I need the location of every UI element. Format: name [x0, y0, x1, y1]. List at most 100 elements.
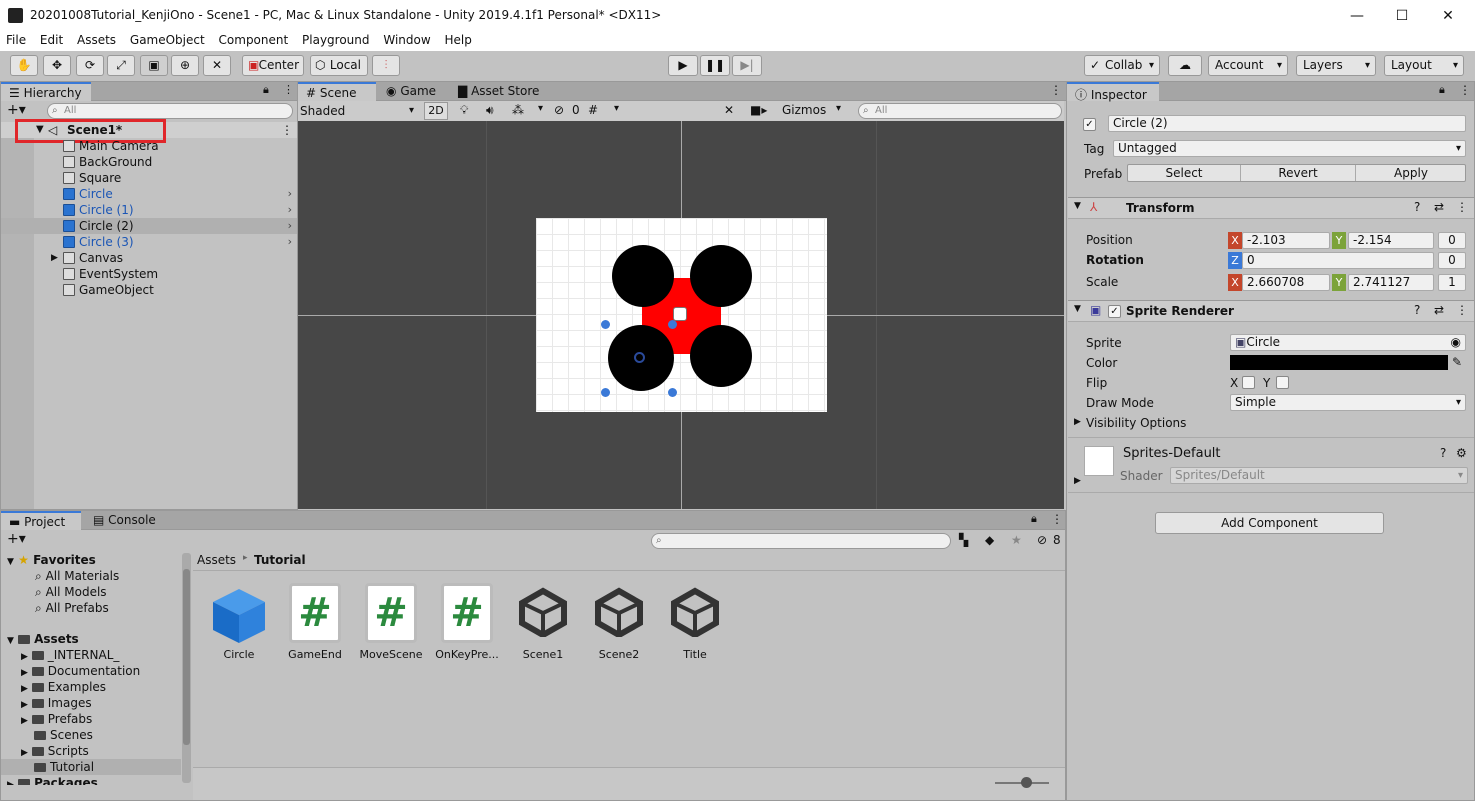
scene-menu-icon[interactable]: ⋮ — [281, 122, 293, 138]
favorite-item[interactable]: ⌕ All Prefabs — [35, 600, 109, 616]
collapse-arrow-icon[interactable]: ▼ — [1074, 304, 1081, 314]
shader-dropdown[interactable]: Sprites/Default ▾ — [1170, 467, 1468, 484]
eyedropper-icon[interactable]: ✎ — [1452, 355, 1462, 369]
expand-arrow-icon[interactable]: ▶ — [51, 250, 58, 266]
scene-viewport[interactable] — [298, 121, 1064, 509]
custom-tool-icon[interactable]: ✕ — [203, 55, 231, 76]
hidden-objects-icon[interactable]: ⊘ — [554, 103, 564, 117]
tab-inspector[interactable]: ⓘ Inspector — [1067, 82, 1159, 102]
assets-header[interactable]: ▼ Assets — [7, 631, 79, 647]
grid-dropdown-icon[interactable]: ▾ — [614, 103, 619, 114]
maximize-button[interactable]: ☐ — [1379, 5, 1425, 27]
breadcrumb-assets[interactable]: Assets — [197, 553, 236, 567]
expand-arrow-icon[interactable]: ▶ — [1074, 417, 1081, 427]
chevron-right-icon[interactable]: › — [288, 218, 292, 234]
gizmos-dropdown-icon[interactable]: ▾ — [836, 103, 841, 114]
panel-menu-icon[interactable]: ⋮ — [1050, 83, 1062, 97]
prefab-revert-button[interactable]: Revert — [1241, 165, 1356, 181]
layout-dropdown[interactable]: Layout — [1384, 55, 1464, 76]
pivot-handle[interactable] — [634, 352, 645, 363]
tab-scene[interactable]: # Scene — [298, 82, 376, 101]
panel-menu-icon[interactable]: ⋮ — [1459, 83, 1471, 97]
rotation-z-field[interactable]: 0 — [1242, 252, 1434, 269]
step-button[interactable]: ▶| — [732, 55, 762, 76]
shading-mode-dropdown[interactable]: Shaded ▾ — [300, 102, 418, 120]
lock-icon[interactable]: 🔒︎ — [263, 83, 269, 97]
hierarchy-item[interactable]: Square — [1, 170, 297, 186]
folder-item[interactable]: ▶ Documentation — [21, 663, 140, 679]
hierarchy-item[interactable]: GameObject — [1, 282, 297, 298]
circle-sprite[interactable] — [690, 325, 752, 387]
pivot-local-button[interactable]: ⬡ Local — [310, 55, 368, 76]
preset-icon[interactable]: ⇄ — [1434, 303, 1444, 317]
packages-header[interactable]: ▶ Packages — [7, 775, 98, 785]
zoom-slider-thumb[interactable] — [1021, 777, 1032, 788]
flip-y-checkbox[interactable] — [1276, 376, 1289, 389]
help-icon[interactable]: ? — [1414, 200, 1420, 214]
favorite-star-icon[interactable]: ★ — [1011, 533, 1022, 547]
gizmos-label[interactable]: Gizmos — [782, 103, 826, 117]
favorites-header[interactable]: ▼ ★ Favorites — [7, 552, 96, 568]
lighting-icon[interactable]: 💡︎ — [460, 103, 468, 118]
filter-type-icon[interactable]: ▚ — [959, 533, 968, 547]
pivot-center-button[interactable]: ▣ Center — [242, 55, 304, 76]
settings-gear-icon[interactable]: ⚙ — [1456, 446, 1467, 460]
tools-icon[interactable]: ✕ — [724, 103, 734, 117]
camera-icon[interactable]: ■▸ — [750, 103, 767, 117]
menu-playground[interactable]: Playground — [298, 31, 373, 47]
transform-header[interactable]: ▼ ⅄ Transform ? ⇄ ⋮ — [1068, 197, 1474, 219]
position-y-field[interactable]: -2.154 — [1348, 232, 1434, 249]
cloud-icon[interactable]: ☁ — [1168, 55, 1202, 76]
tab-console[interactable]: ▤ Console — [85, 511, 165, 530]
pause-button[interactable]: ❚❚ — [700, 55, 730, 76]
folder-item[interactable]: ▶ Prefabs — [21, 711, 92, 727]
flip-x-checkbox[interactable] — [1242, 376, 1255, 389]
folder-item-selected[interactable]: Tutorial — [1, 759, 181, 775]
scale-x-field[interactable]: 2.660708 — [1242, 274, 1330, 291]
help-icon[interactable]: ? — [1440, 446, 1446, 460]
prefab-select-button[interactable]: Select — [1128, 165, 1241, 181]
component-menu-icon[interactable]: ⋮ — [1456, 200, 1468, 214]
move-tool-icon[interactable]: ✥ — [43, 55, 71, 76]
scale-z-field[interactable]: 1 — [1438, 274, 1466, 291]
tab-asset-store[interactable]: ▇ Asset Store — [450, 82, 560, 101]
folder-item[interactable]: ▶ _INTERNAL_ — [21, 647, 119, 663]
rect-handle[interactable] — [668, 388, 677, 397]
menu-assets[interactable]: Assets — [73, 31, 120, 47]
folder-item[interactable]: ▶ Examples — [21, 679, 106, 695]
chevron-right-icon[interactable]: › — [288, 186, 292, 202]
menu-edit[interactable]: Edit — [36, 31, 67, 47]
rotate-tool-icon[interactable]: ⟳ — [76, 55, 104, 76]
lock-icon[interactable]: 🔒︎ — [1439, 83, 1445, 97]
hierarchy-search-input[interactable]: All — [47, 103, 293, 119]
grid-icon[interactable]: # — [588, 103, 598, 117]
play-button[interactable]: ▶ — [668, 55, 698, 76]
hierarchy-item[interactable]: EventSystem — [1, 266, 297, 282]
menu-file[interactable]: File — [2, 31, 30, 47]
lock-icon[interactable]: 🔒︎ — [1031, 512, 1037, 526]
tag-dropdown[interactable]: Untagged ▾ — [1113, 140, 1466, 157]
create-add-icon[interactable]: +▾ — [7, 531, 26, 547]
menu-gameobject[interactable]: GameObject — [126, 31, 209, 47]
draw-mode-dropdown[interactable]: Simple ▾ — [1230, 394, 1466, 411]
close-button[interactable]: ✕ — [1425, 5, 1471, 27]
color-swatch[interactable] — [1230, 355, 1448, 370]
collab-dropdown[interactable]: ✓ Collab — [1084, 55, 1160, 76]
object-picker-icon[interactable]: ◉ — [1451, 335, 1461, 350]
audio-icon[interactable]: 🔊︎ — [486, 103, 494, 118]
tab-project[interactable]: ▬ Project — [1, 511, 81, 530]
hierarchy-item[interactable]: Circle (3) › — [1, 234, 297, 250]
scale-tool-icon[interactable]: ⤢ — [107, 55, 135, 76]
create-add-icon[interactable]: +▾ — [7, 102, 26, 118]
hierarchy-item[interactable]: Circle › — [1, 186, 297, 202]
circle-sprite[interactable] — [612, 245, 674, 307]
hierarchy-item[interactable]: Circle (1) › — [1, 202, 297, 218]
active-checkbox[interactable]: ✓ — [1083, 118, 1096, 131]
tab-game[interactable]: ◉ Game — [378, 82, 448, 101]
object-name-field[interactable]: Circle (2) — [1108, 115, 1466, 132]
hidden-packages-icon[interactable]: ⊘ — [1037, 533, 1047, 547]
menu-help[interactable]: Help — [441, 31, 476, 47]
rotation-extra-field[interactable]: 0 — [1438, 252, 1466, 269]
hierarchy-item[interactable]: ▶ Canvas — [1, 250, 297, 266]
prefab-apply-button[interactable]: Apply — [1356, 165, 1466, 181]
